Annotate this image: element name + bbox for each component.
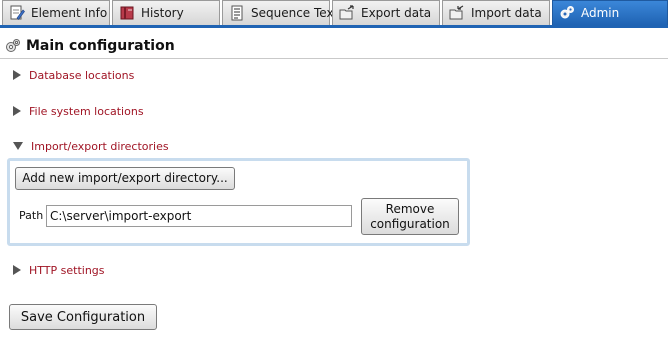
section-label: Import/export directories	[31, 139, 169, 153]
section-label: File system locations	[29, 104, 144, 118]
button-label: configuration	[370, 216, 450, 231]
section-database-locations[interactable]: Database locations	[13, 67, 134, 83]
expand-arrow-icon	[13, 106, 21, 116]
expand-arrow-icon	[13, 265, 21, 275]
section-label: HTTP settings	[29, 263, 105, 277]
button-label: Remove	[385, 201, 435, 216]
section-label: Database locations	[29, 68, 135, 82]
tab-import-data[interactable]: Import data	[442, 0, 550, 25]
page-title: Main configuration	[26, 38, 175, 54]
save-configuration-button[interactable]: Save Configuration	[9, 304, 157, 330]
section-file-system-locations[interactable]: File system locations	[13, 103, 144, 119]
tab-bar: Element Info History Sequence Text Expor…	[0, 0, 668, 28]
tab-label: Admin	[581, 6, 620, 20]
panel-header: Main configuration	[0, 34, 668, 59]
tab-sequence-text[interactable]: Sequence Text	[222, 0, 338, 25]
tab-label: Import data	[471, 6, 542, 20]
path-label: Path	[19, 209, 44, 222]
tab-label: History	[141, 6, 184, 20]
path-input[interactable]	[46, 205, 352, 227]
folder-import-icon	[449, 5, 464, 20]
tab-underline	[0, 25, 668, 28]
gear-icon	[6, 39, 20, 52]
section-import-export-directories[interactable]: Import/export directories	[13, 138, 169, 154]
section-http-settings[interactable]: HTTP settings	[13, 262, 105, 278]
tab-label: Element Info	[31, 6, 108, 20]
tab-admin[interactable]: Admin	[552, 0, 668, 25]
tab-label: Sequence Text	[251, 6, 339, 20]
tab-label: Export data	[361, 6, 432, 20]
gear-icon	[560, 6, 574, 19]
expand-arrow-icon	[13, 70, 21, 80]
remove-configuration-button[interactable]: Remove configuration	[361, 198, 459, 235]
document-edit-icon	[10, 5, 25, 20]
collapse-arrow-icon	[13, 142, 23, 150]
folder-export-icon	[339, 5, 354, 20]
tab-export-data[interactable]: Export data	[332, 0, 440, 25]
add-directory-button[interactable]: Add new import/export directory...	[15, 167, 235, 190]
tab-element-info[interactable]: Element Info	[2, 0, 110, 25]
book-icon	[120, 6, 134, 20]
tab-history[interactable]: History	[112, 0, 220, 25]
text-document-icon	[231, 5, 243, 21]
